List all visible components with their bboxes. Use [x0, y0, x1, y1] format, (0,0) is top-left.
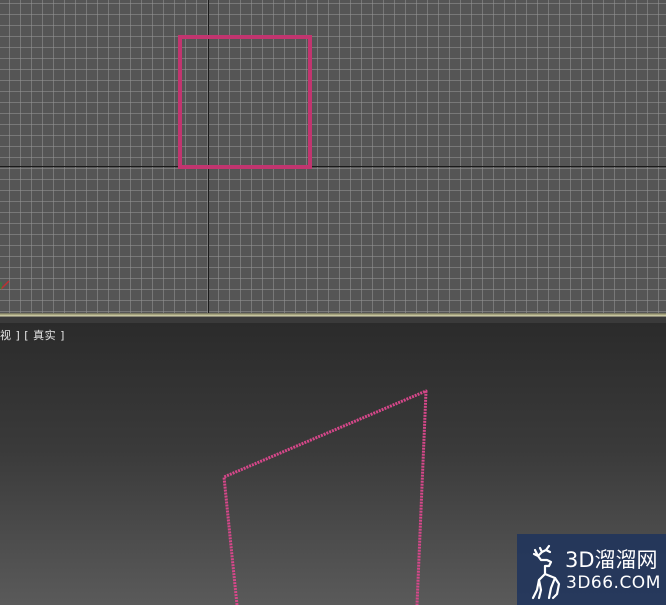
top-viewport[interactable] [0, 0, 666, 316]
watermark: 3D溜溜网 3D66.COM [517, 534, 666, 605]
rectangle-shape-top-view[interactable] [178, 35, 312, 169]
axis-gizmo-icon [0, 280, 10, 290]
viewport-divider[interactable] [0, 313, 666, 323]
world-axis-horizontal [0, 166, 666, 167]
deer-logo-icon [531, 544, 561, 600]
watermark-url: 3D66.COM [566, 573, 661, 593]
watermark-title: 3D溜溜网 [565, 548, 658, 572]
